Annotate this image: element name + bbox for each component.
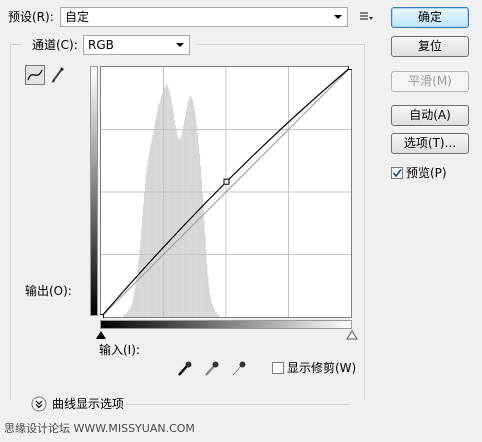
curve-control-point[interactable] — [223, 178, 230, 185]
curves-graph[interactable] — [100, 66, 352, 318]
preview-checkbox[interactable] — [391, 167, 403, 179]
menu-lines-icon — [360, 12, 373, 20]
ok-button[interactable]: 确定 — [391, 7, 469, 28]
group-frame-left — [10, 44, 11, 400]
preview-label: 预览(P) — [406, 166, 447, 180]
preset-options-menu-icon[interactable] — [358, 9, 374, 25]
preset-dropdown[interactable]: 自定 — [60, 7, 348, 27]
curve-display-options-label: 曲线显示选项 — [52, 397, 125, 411]
output-label: 输出(O): — [25, 284, 72, 298]
pencil-tool[interactable] — [48, 65, 68, 85]
black-point-slider-icon[interactable] — [95, 330, 107, 340]
input-label: 输入(I): — [99, 343, 140, 357]
chevron-down-icon — [176, 43, 184, 47]
options-button[interactable]: 选项(T)... — [391, 133, 469, 154]
auto-button[interactable]: 自动(A) — [391, 105, 469, 126]
group-frame-right — [364, 44, 365, 400]
channel-dropdown[interactable]: RGB — [83, 35, 190, 55]
options-divider — [125, 404, 349, 405]
black-eyedropper-icon[interactable] — [175, 360, 193, 378]
checkmark-icon — [392, 169, 402, 178]
preset-label: 预设(R): — [8, 10, 54, 24]
preset-value: 自定 — [65, 10, 90, 24]
curve-tool-icon — [27, 69, 43, 81]
white-eyedropper-icon[interactable] — [229, 360, 247, 378]
watermark-text: 思缘设计论坛 WWW.MISSYUAN.COM — [4, 422, 195, 435]
curve-control-point[interactable] — [100, 314, 104, 319]
output-gradient-bar — [90, 66, 98, 316]
group-frame-top-left — [10, 44, 22, 45]
curve-control-point[interactable] — [348, 66, 353, 70]
white-point-slider-icon[interactable] — [346, 330, 358, 340]
show-clipping-label: 显示修剪(W) — [287, 361, 357, 375]
channel-label: 通道(C): — [32, 38, 78, 52]
chevron-down-icon — [334, 15, 342, 19]
histogram-bar — [218, 314, 220, 317]
reset-button[interactable]: 复位 — [391, 36, 469, 57]
curve-point-tool[interactable] — [25, 65, 45, 85]
expand-chevron-icon[interactable] — [31, 396, 47, 412]
input-gradient-bar — [100, 320, 352, 329]
gray-eyedropper-icon[interactable] — [202, 360, 220, 378]
group-frame-top-right — [196, 44, 364, 45]
smooth-button[interactable]: 平滑(M) — [391, 71, 469, 92]
pencil-icon — [52, 67, 64, 83]
show-clipping-checkbox[interactable] — [272, 362, 284, 374]
channel-value: RGB — [88, 38, 114, 52]
